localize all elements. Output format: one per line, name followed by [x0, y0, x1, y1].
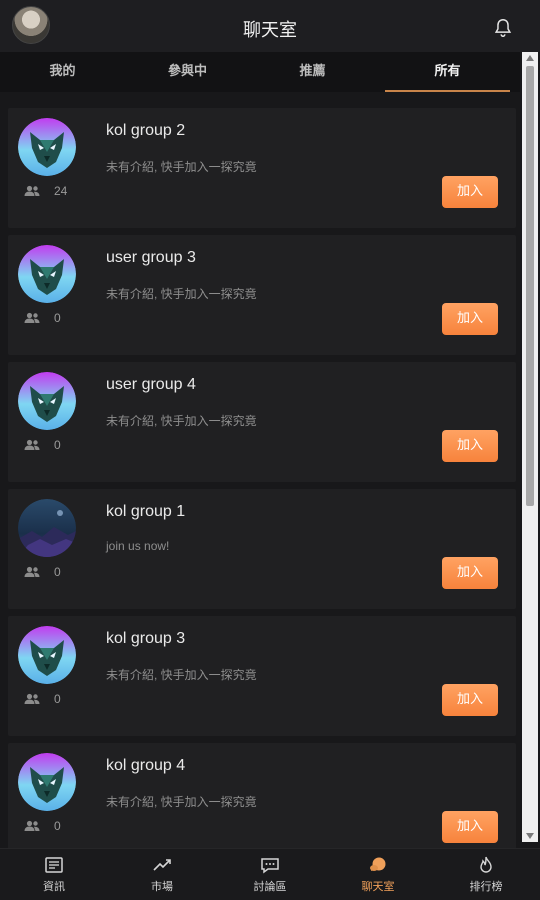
wolf-avatar-icon: [18, 118, 76, 176]
member-count-value: 0: [54, 692, 61, 706]
member-count-value: 24: [54, 184, 68, 198]
group-card[interactable]: 0 kol group 3 未有介紹, 快手加入一探究竟 加入: [8, 616, 516, 736]
wolf-avatar-icon: [18, 372, 76, 430]
bottom-nav: 資訊 市場 討論區 聊天室 排行榜: [0, 848, 540, 900]
nav-ranking-label: 排行榜: [469, 880, 503, 893]
join-button[interactable]: 加入: [442, 176, 498, 208]
top-bar: 聊天室: [0, 0, 540, 52]
group-description: join us now!: [106, 539, 170, 553]
members-icon: [24, 566, 40, 577]
nav-chatroom-label: 聊天室: [361, 880, 395, 893]
wolf-avatar-icon: [18, 245, 76, 303]
group-name: user group 3: [106, 249, 196, 266]
nav-discussion-label: 討論區: [253, 880, 287, 893]
tab-all[interactable]: 所有: [385, 52, 510, 92]
member-count: 0: [24, 692, 61, 706]
members-icon: [24, 693, 40, 704]
join-button[interactable]: 加入: [442, 684, 498, 716]
nav-discussion[interactable]: 討論區: [216, 849, 324, 900]
group-description: 未有介紹, 快手加入一探究竟: [106, 414, 257, 428]
wolf-avatar-icon: [18, 626, 76, 684]
group-description: 未有介紹, 快手加入一探究竟: [106, 795, 257, 809]
nav-market-label: 市場: [151, 880, 173, 893]
nav-news-label: 資訊: [43, 880, 65, 893]
group-name: kol group 1: [106, 503, 186, 520]
tab-bar: 我的 參與中 推薦 所有: [0, 52, 520, 92]
member-count-value: 0: [54, 565, 61, 579]
tab-participating[interactable]: 參與中: [125, 52, 250, 92]
member-count: 0: [24, 438, 61, 452]
member-count: 0: [24, 311, 61, 325]
scroll-down-arrow-icon[interactable]: [526, 833, 534, 839]
chat-icon: [370, 857, 386, 871]
member-count: 0: [24, 819, 61, 833]
nav-market[interactable]: 市場: [108, 849, 216, 900]
members-icon: [24, 439, 40, 450]
join-button[interactable]: 加入: [442, 303, 498, 335]
news-icon: [45, 856, 63, 873]
scrollbar[interactable]: [522, 52, 538, 842]
join-button[interactable]: 加入: [442, 557, 498, 589]
group-description: 未有介紹, 快手加入一探究竟: [106, 160, 257, 174]
group-description: 未有介紹, 快手加入一探究竟: [106, 668, 257, 682]
members-icon: [24, 312, 40, 323]
nav-chatroom[interactable]: 聊天室: [324, 849, 432, 900]
member-count-value: 0: [54, 311, 61, 325]
group-card[interactable]: 0 user group 3 未有介紹, 快手加入一探究竟 加入: [8, 235, 516, 355]
join-button[interactable]: 加入: [442, 430, 498, 462]
market-icon: [153, 858, 171, 871]
group-card[interactable]: 0 kol group 4 未有介紹, 快手加入一探究竟 加入: [8, 743, 516, 848]
ranking-icon: [480, 856, 492, 873]
join-button[interactable]: 加入: [442, 811, 498, 843]
member-count: 24: [24, 184, 67, 198]
group-card[interactable]: 0 kol group 1 join us now! 加入: [8, 489, 516, 609]
group-card[interactable]: 24 kol group 2 未有介紹, 快手加入一探究竟 加入: [8, 108, 516, 228]
group-name: user group 4: [106, 376, 196, 393]
nav-ranking[interactable]: 排行榜: [432, 849, 540, 900]
group-name: kol group 4: [106, 757, 186, 774]
wolf-avatar-icon: [18, 753, 76, 811]
bell-icon[interactable]: [492, 17, 514, 39]
tab-mine[interactable]: 我的: [0, 52, 125, 92]
members-icon: [24, 185, 40, 196]
scroll-up-arrow-icon[interactable]: [526, 55, 534, 61]
member-count-value: 0: [54, 438, 61, 452]
landscape-avatar-icon: [18, 499, 76, 557]
group-name: kol group 2: [106, 122, 186, 139]
group-name: kol group 3: [106, 630, 186, 647]
nav-news[interactable]: 資訊: [0, 849, 108, 900]
page-title: 聊天室: [243, 20, 297, 40]
group-description: 未有介紹, 快手加入一探究竟: [106, 287, 257, 301]
discussion-icon: [261, 857, 279, 873]
tab-recommended[interactable]: 推薦: [250, 52, 375, 92]
member-count-value: 0: [54, 819, 61, 833]
member-count: 0: [24, 565, 61, 579]
members-icon: [24, 820, 40, 831]
group-list[interactable]: 24 kol group 2 未有介紹, 快手加入一探究竟 加入 0 user …: [0, 100, 520, 848]
group-card[interactable]: 0 user group 4 未有介紹, 快手加入一探究竟 加入: [8, 362, 516, 482]
scroll-thumb[interactable]: [526, 66, 534, 506]
